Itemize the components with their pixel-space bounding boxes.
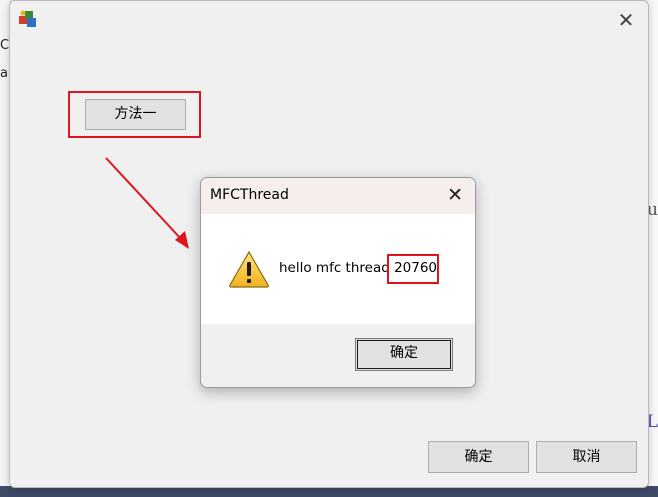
mfc-app-icon	[19, 10, 36, 27]
background-text-fragment: C	[0, 38, 10, 53]
method1-highlight-box	[68, 91, 201, 138]
warning-icon	[229, 250, 269, 288]
ok-button[interactable]: 确定	[428, 441, 529, 473]
close-icon[interactable]: ✕	[447, 185, 463, 205]
message-box-title: MFCThread	[210, 187, 289, 203]
cancel-button[interactable]: 取消	[536, 441, 637, 473]
message-box-titlebar: MFCThread ✕	[201, 178, 475, 214]
close-icon[interactable]: ✕	[616, 10, 636, 30]
background-text-fragment: a	[0, 66, 8, 81]
message-box-ok-button[interactable]: 确定	[355, 338, 453, 371]
message-prefix: hello mfc thread	[279, 260, 395, 276]
thread-id-highlight-box	[387, 254, 439, 284]
background-ide-right: u L	[647, 0, 658, 497]
